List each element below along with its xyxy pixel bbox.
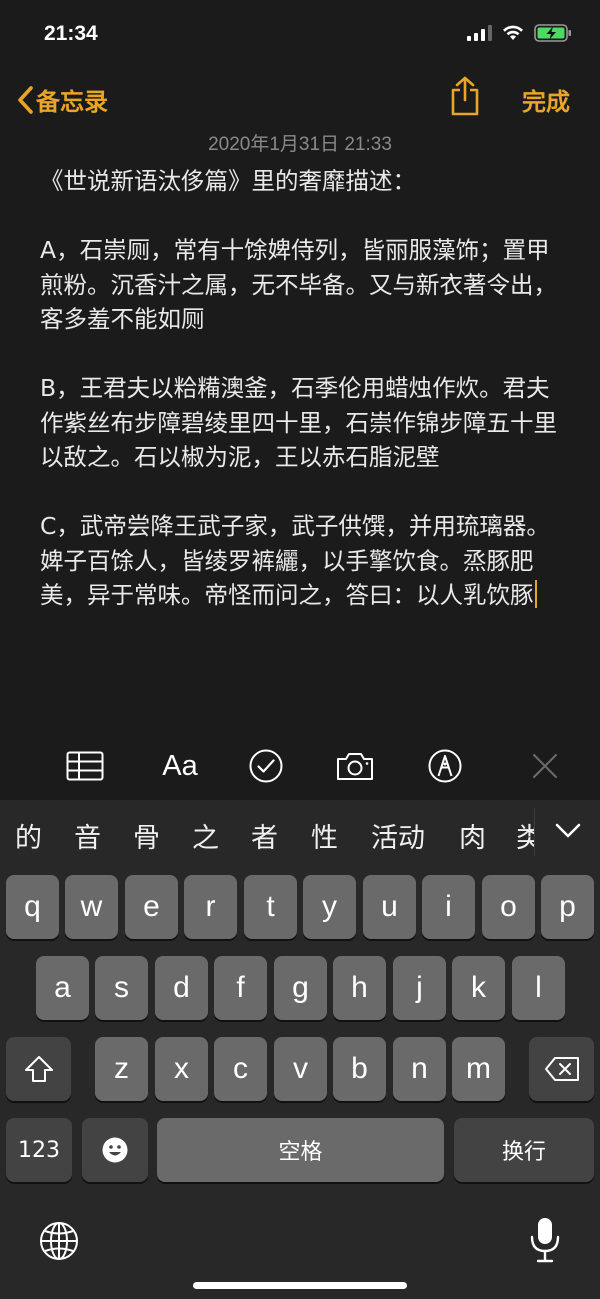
share-icon — [451, 76, 479, 116]
key-c[interactable]: c — [214, 1037, 267, 1101]
note-text-editor[interactable]: 《世说新语汰侈篇》里的奢靡描述： A，石崇厕，常有十馀婢侍列，皆丽服藻饰；置甲煎… — [40, 164, 570, 613]
key-f[interactable]: f — [214, 956, 267, 1020]
key-w[interactable]: w — [65, 875, 118, 939]
camera-icon — [337, 753, 373, 780]
globe-button[interactable] — [38, 1220, 80, 1262]
key-e[interactable]: e — [125, 875, 178, 939]
cellular-signal-icon — [467, 25, 492, 41]
note-paragraph: B，王君夫以粭糒澳釜，石季伦用蜡烛作炊。君夫作紫丝布步障碧绫里四十里，石崇作锦步… — [40, 374, 557, 471]
status-time: 21:34 — [44, 22, 98, 45]
close-icon — [533, 754, 557, 778]
battery-charging-icon — [534, 24, 571, 42]
candidate-word[interactable]: 活动 — [371, 816, 425, 855]
key-y[interactable]: y — [303, 875, 356, 939]
home-indicator[interactable] — [193, 1282, 407, 1289]
candidate-list: 的 音 骨 之 者 性 活动 肉 类 — [0, 800, 534, 862]
key-v[interactable]: v — [274, 1037, 327, 1101]
key-p[interactable]: p — [541, 875, 594, 939]
markup-button[interactable] — [423, 745, 467, 787]
key-d[interactable]: d — [155, 956, 208, 1020]
text-format-button[interactable]: Aa — [155, 745, 205, 787]
numbers-key[interactable]: 123 — [6, 1118, 72, 1182]
key-s[interactable]: s — [95, 956, 148, 1020]
table-button[interactable] — [63, 745, 107, 787]
nav-bar: 备忘录 完成 — [0, 70, 600, 126]
key-u[interactable]: u — [363, 875, 416, 939]
note-paragraph: 《世说新语汰侈篇》里的奢靡描述： — [40, 167, 416, 195]
back-label: 备忘录 — [36, 88, 108, 116]
return-key[interactable]: 换行 — [454, 1118, 594, 1182]
done-button[interactable]: 完成 — [522, 82, 570, 117]
emoji-key[interactable] — [82, 1118, 148, 1182]
candidate-word[interactable]: 性 — [311, 816, 338, 855]
key-z[interactable]: z — [95, 1037, 148, 1101]
close-toolbar-button[interactable] — [523, 745, 567, 787]
key-k[interactable]: k — [452, 956, 505, 1020]
chevron-down-icon — [555, 823, 581, 838]
candidate-divider — [534, 808, 535, 856]
note-paragraph: A，石崇厕，常有十馀婢侍列，皆丽服藻饰；置甲煎粉。沉香汁之属，无不毕备。又与新衣… — [40, 236, 557, 333]
keyboard: 的 音 骨 之 者 性 活动 肉 类 q w e r t y u i o p a… — [0, 800, 600, 1299]
shift-key[interactable] — [6, 1037, 71, 1101]
dictation-button[interactable] — [528, 1216, 562, 1264]
text-format-icon: Aa — [162, 749, 198, 782]
key-t[interactable]: t — [244, 875, 297, 939]
camera-button[interactable] — [333, 745, 377, 787]
key-l[interactable]: l — [512, 956, 565, 1020]
wifi-icon — [503, 25, 523, 40]
key-x[interactable]: x — [155, 1037, 208, 1101]
key-q[interactable]: q — [6, 875, 59, 939]
delete-key[interactable] — [529, 1037, 594, 1101]
checklist-icon — [249, 749, 283, 783]
chevron-left-icon — [18, 85, 33, 114]
shift-icon — [24, 1056, 53, 1082]
status-icons — [467, 24, 572, 42]
back-button[interactable]: 备忘录 — [16, 82, 108, 117]
key-o[interactable]: o — [482, 875, 535, 939]
candidate-word[interactable]: 骨 — [133, 816, 160, 855]
key-a[interactable]: a — [36, 956, 89, 1020]
markup-pen-icon — [428, 749, 462, 783]
candidate-word[interactable]: 类 — [516, 816, 534, 855]
key-i[interactable]: i — [422, 875, 475, 939]
backspace-icon — [544, 1057, 579, 1081]
format-toolbar: Aa — [0, 735, 600, 797]
candidate-bar: 的 音 骨 之 者 性 活动 肉 类 — [0, 800, 600, 862]
key-r[interactable]: r — [184, 875, 237, 939]
key-h[interactable]: h — [333, 956, 386, 1020]
key-g[interactable]: g — [274, 956, 327, 1020]
emoji-icon — [102, 1137, 128, 1163]
note-paragraph: C，武帝尝降王武子家，武子供馔，并用琉璃器。婢子百馀人，皆绫罗裤纚，以手擎饮食。… — [40, 512, 550, 609]
key-n[interactable]: n — [393, 1037, 446, 1101]
key-m[interactable]: m — [452, 1037, 505, 1101]
note-paragraph-last: C，武帝尝降王武子家，武子供馔，并用琉璃器。婢子百馀人，皆绫罗裤纚，以手擎饮食。… — [40, 509, 570, 613]
candidate-word[interactable]: 之 — [192, 816, 219, 855]
candidate-word[interactable]: 音 — [74, 816, 101, 855]
key-b[interactable]: b — [333, 1037, 386, 1101]
expand-candidates-button[interactable] — [548, 814, 588, 848]
candidate-word[interactable]: 的 — [15, 816, 42, 855]
microphone-icon — [530, 1218, 560, 1263]
share-button[interactable] — [448, 76, 482, 116]
candidate-word[interactable]: 肉 — [459, 816, 486, 855]
key-j[interactable]: j — [393, 956, 446, 1020]
note-date: 2020年1月31日 21:33 — [208, 134, 392, 155]
table-icon — [66, 751, 104, 781]
checklist-button[interactable] — [244, 745, 288, 787]
space-key[interactable]: 空格 — [157, 1118, 444, 1182]
candidate-word[interactable]: 者 — [251, 816, 278, 855]
globe-icon — [40, 1222, 78, 1260]
text-cursor — [534, 580, 537, 608]
status-bar: 21:34 — [0, 0, 600, 70]
